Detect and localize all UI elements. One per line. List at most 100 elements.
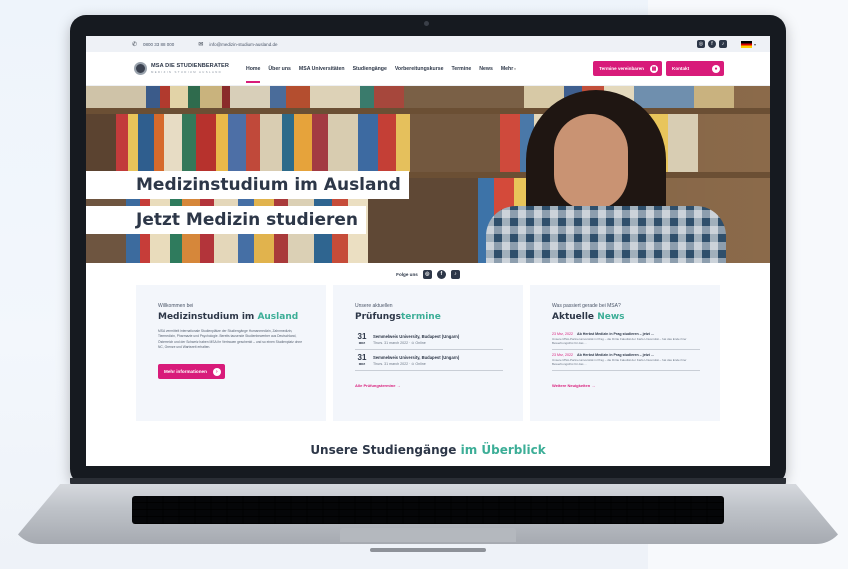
news-item-title: Ab Herbst Medizin in Prag studieren – je…: [576, 352, 654, 357]
main-navigation: MSA DIE STUDIENBERATER MEDIZIN STUDIUM A…: [86, 52, 770, 86]
chevron-down-icon: ▾: [514, 66, 516, 71]
news-item[interactable]: 23 Mrz, 2022 Ab Herbst Medizin in Prag s…: [552, 329, 700, 350]
user-icon: ●: [712, 64, 720, 73]
news-title: Aktuelle News: [552, 312, 700, 322]
news-item-text: Unsere MSA-Partneruniversität in Prag – …: [552, 337, 687, 346]
logo-badge-icon: [134, 62, 147, 75]
exam-title: Prüfungstermine: [355, 312, 503, 322]
news-item[interactable]: 23 Mrz, 2022 Ab Herbst Medizin in Prag s…: [552, 350, 700, 371]
follow-us-bar: Folge uns ◎ f ♪: [86, 263, 770, 285]
exam-title-accent: termine: [400, 312, 441, 322]
exam-item[interactable]: 31 MRZ Semmelweis University, Budapest (…: [355, 350, 503, 371]
welcome-title: Medizinstudium im Ausland: [158, 312, 306, 322]
welcome-title-accent: Ausland: [257, 312, 299, 322]
tiktok-icon[interactable]: ♪: [450, 269, 460, 279]
nav-item-more-label: Mehr: [500, 65, 514, 72]
exam-pretitle: Unsere aktuellen: [355, 303, 393, 309]
nav-item-news[interactable]: News: [479, 66, 493, 72]
all-exam-dates-link[interactable]: Alle Prüfungstermine →: [355, 383, 503, 388]
book-appointment-label: Termine vereinbaren: [599, 66, 644, 71]
nav-item-dates[interactable]: Termine: [451, 66, 471, 72]
exam-title-text: Prüfungs: [355, 312, 401, 322]
exam-info: Semmelweis University, Budapest (Ungarn)…: [373, 354, 459, 366]
laptop-screen: ✆ 0800 33 88 000 ✉ info@medizin-studium-…: [86, 36, 770, 466]
exam-item-title: Semmelweis University, Budapest (Ungarn): [373, 355, 460, 360]
exam-item[interactable]: 31 MRZ Semmelweis University, Budapest (…: [355, 329, 503, 350]
more-info-button[interactable]: Mehr informationen ›: [158, 364, 225, 380]
calendar-icon: ▦: [650, 64, 658, 73]
top-info-bar: ✆ 0800 33 88 000 ✉ info@medizin-studium-…: [86, 36, 770, 52]
welcome-card: Willkommen bei Medizinstudium im Ausland…: [136, 285, 326, 421]
instagram-icon[interactable]: ◎: [422, 269, 432, 279]
news-item-head: 23 Mrz, 2022 Ab Herbst Medizin in Prag s…: [552, 332, 700, 336]
nav-item-about[interactable]: Über uns: [268, 66, 290, 72]
programs-overview-accent: im Überblick: [460, 443, 546, 457]
facebook-icon[interactable]: f: [707, 40, 716, 48]
exam-info: Semmelweis University, Budapest (Ungarn)…: [373, 333, 459, 345]
nav-item-programs[interactable]: Studiengänge: [353, 66, 387, 72]
exam-item-title: Semmelweis University, Budapest (Ungarn): [373, 334, 460, 339]
news-card: Was passiert gerade bei MSA? Aktuelle Ne…: [530, 285, 720, 421]
laptop-touchpad: [340, 528, 516, 542]
welcome-text: MSA vermittelt internationale Studienplä…: [158, 329, 303, 349]
nav-item-home[interactable]: Home: [246, 66, 261, 83]
whatsapp-icon: ✆: [132, 41, 138, 48]
logo-sub-text: MEDIZIN STUDIUM AUSLAND: [151, 70, 223, 74]
student-face: [554, 114, 628, 210]
nav-item-more[interactable]: Mehr▾: [501, 66, 516, 72]
email-contact[interactable]: ✉ info@medizin-studium-ausland.de: [198, 41, 277, 48]
follow-us-label: Folge uns: [396, 271, 418, 277]
news-title-text: Aktuelle: [552, 312, 595, 322]
phone-number: 0800 33 88 000: [143, 41, 175, 47]
nav-item-prep-courses[interactable]: Vorbereitungskurse: [395, 66, 444, 72]
facebook-icon[interactable]: f: [436, 269, 446, 279]
welcome-title-text: Medizinstudium im: [158, 312, 255, 322]
nav-menu: Home Über uns MSA Universitäten Studieng…: [246, 66, 524, 83]
exam-item-sub: Thurs. 31 march 2022 · ⊙ Online: [373, 362, 426, 366]
news-item-text: Unsere MSA-Partneruniversität in Prag – …: [552, 357, 687, 367]
more-news-link[interactable]: Weitere Neuigkeiten →: [552, 383, 700, 388]
student-shirt: [486, 206, 726, 263]
contact-button[interactable]: Kontakt ●: [666, 61, 724, 76]
news-item-title: Ab Herbst Medizin in Prag studieren – je…: [576, 332, 654, 336]
phone-contact[interactable]: ✆ 0800 33 88 000: [132, 41, 174, 48]
hero-headline-2: Jetzt Medizin studieren: [86, 206, 366, 234]
hero-headline-1: Medizinstudium im Ausland: [86, 171, 409, 199]
news-pretitle: Was passiert gerade bei MSA?: [552, 303, 621, 309]
welcome-pretitle: Willkommen bei: [158, 303, 194, 309]
programs-overview-title: Unsere Studiengänge: [310, 443, 457, 457]
tiktok-icon[interactable]: ♪: [718, 40, 727, 48]
arrow-right-icon: ›: [212, 367, 221, 376]
exam-month: MRZ: [358, 362, 366, 366]
exam-date: 31 MRZ: [355, 332, 369, 346]
laptop-keyboard: [132, 496, 724, 524]
exam-day: 31: [357, 332, 367, 341]
nav-item-universities[interactable]: MSA Universitäten: [299, 66, 345, 72]
news-item-date: 23 Mrz, 2022: [552, 352, 573, 357]
mail-icon: ✉: [198, 41, 204, 48]
exam-day: 31: [357, 353, 367, 362]
logo-text: MSA DIE STUDIENBERATER MEDIZIN STUDIUM A…: [151, 63, 229, 74]
news-item-date: 23 Mrz, 2022: [552, 332, 573, 336]
programs-overview-heading: Unsere Studiengänge im Überblick: [86, 443, 770, 457]
laptop-base-notch: [370, 548, 486, 552]
screen-bezel-bottom: [86, 466, 770, 478]
german-flag-icon[interactable]: [740, 40, 752, 48]
email-address: info@medizin-studium-ausland.de: [209, 41, 278, 47]
more-info-label: Mehr informationen: [164, 369, 207, 375]
exam-date: 31 MRZ: [355, 353, 369, 367]
exam-dates-card: Unsere aktuellen Prüfungstermine 31 MRZ …: [333, 285, 523, 421]
info-cards: Willkommen bei Medizinstudium im Ausland…: [86, 285, 770, 421]
news-item-head: 23 Mrz, 2022 Ab Herbst Medizin in Prag s…: [552, 353, 700, 357]
instagram-icon[interactable]: ◎: [696, 40, 705, 48]
book-appointment-button[interactable]: Termine vereinbaren ▦: [593, 61, 662, 76]
chevron-down-icon[interactable]: ▾: [754, 42, 756, 47]
exam-month: MRZ: [358, 341, 366, 345]
exam-item-sub: Thurs. 31 march 2022 · ⊙ Online: [373, 341, 426, 345]
student-photo: [486, 86, 746, 263]
logo-main-text: MSA DIE STUDIENBERATER: [151, 63, 230, 69]
site-logo[interactable]: MSA DIE STUDIENBERATER MEDIZIN STUDIUM A…: [134, 62, 246, 75]
webcam-icon: [424, 21, 429, 26]
hero-banner: Medizinstudium im Ausland Jetzt Medizin …: [86, 86, 770, 263]
contact-label: Kontakt: [672, 66, 690, 71]
